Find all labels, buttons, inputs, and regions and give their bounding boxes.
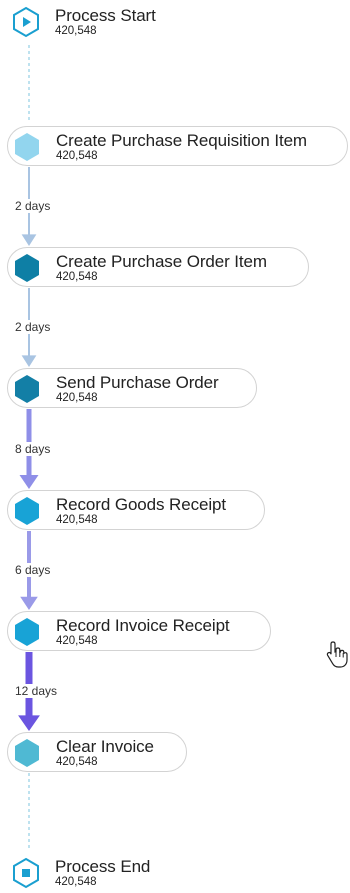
edge-arrowhead [20,596,38,610]
edge-arrowhead [21,355,37,367]
edge-duration-label: 6 days [14,563,52,577]
activity-hexagon-icon [15,497,39,525]
node-label: Record Invoice Receipt [56,616,230,635]
node-process-end[interactable]: Process End 420,548 [7,853,207,893]
edge-duration-label: 2 days [14,320,52,334]
node-label: Process Start [55,6,156,25]
node-count: 420,548 [56,150,98,162]
node-record-goods-receipt[interactable]: Record Goods Receipt 420,548 [7,490,265,530]
hexagon-shape [15,618,39,646]
node-label: Create Purchase Order Item [56,252,267,271]
node-count: 420,548 [55,876,97,888]
node-label: Send Purchase Order [56,373,219,392]
edge-arrowhead [18,715,40,731]
node-label: Create Purchase Requisition Item [56,131,307,150]
activity-hexagon-icon [15,254,39,282]
hexagon-shape [15,497,39,525]
node-count: 420,548 [55,25,97,37]
hexagon-shape [15,375,39,403]
edge-arrowhead [21,234,37,246]
activity-hexagon-icon [15,618,39,646]
node-label: Clear Invoice [56,737,154,756]
node-count: 420,548 [56,271,98,283]
play-icon [13,6,39,38]
activity-hexagon-icon [15,739,39,767]
edge-duration-label: 2 days [14,199,52,213]
edge-arrowhead [19,475,39,489]
edge-duration-label: 12 days [14,684,59,698]
node-clear-invoice[interactable]: Clear Invoice 420,548 [7,732,187,772]
edge-duration-label: 8 days [14,442,52,456]
stop-square [22,869,30,877]
node-send-purchase-order[interactable]: Send Purchase Order 420,548 [7,368,257,408]
node-create-purchase-requisition-item[interactable]: Create Purchase Requisition Item 420,548 [7,126,348,166]
node-count: 420,548 [56,756,98,768]
hexagon-shape [15,254,39,282]
node-label: Process End [55,857,151,876]
node-count: 420,548 [56,514,98,526]
activity-hexagon-icon [15,133,39,161]
hand-cursor-icon [326,641,348,668]
hexagon-shape [15,133,39,161]
activity-hexagon-icon [15,375,39,403]
node-count: 420,548 [56,392,98,404]
node-create-purchase-order-item[interactable]: Create Purchase Order Item 420,548 [7,247,309,287]
node-count: 420,548 [56,635,98,647]
node-label: Record Goods Receipt [56,495,226,514]
node-record-invoice-receipt[interactable]: Record Invoice Receipt 420,548 [7,611,271,651]
node-process-start[interactable]: Process Start 420,548 [7,2,207,42]
hexagon-shape [15,739,39,767]
stop-icon [13,857,39,889]
